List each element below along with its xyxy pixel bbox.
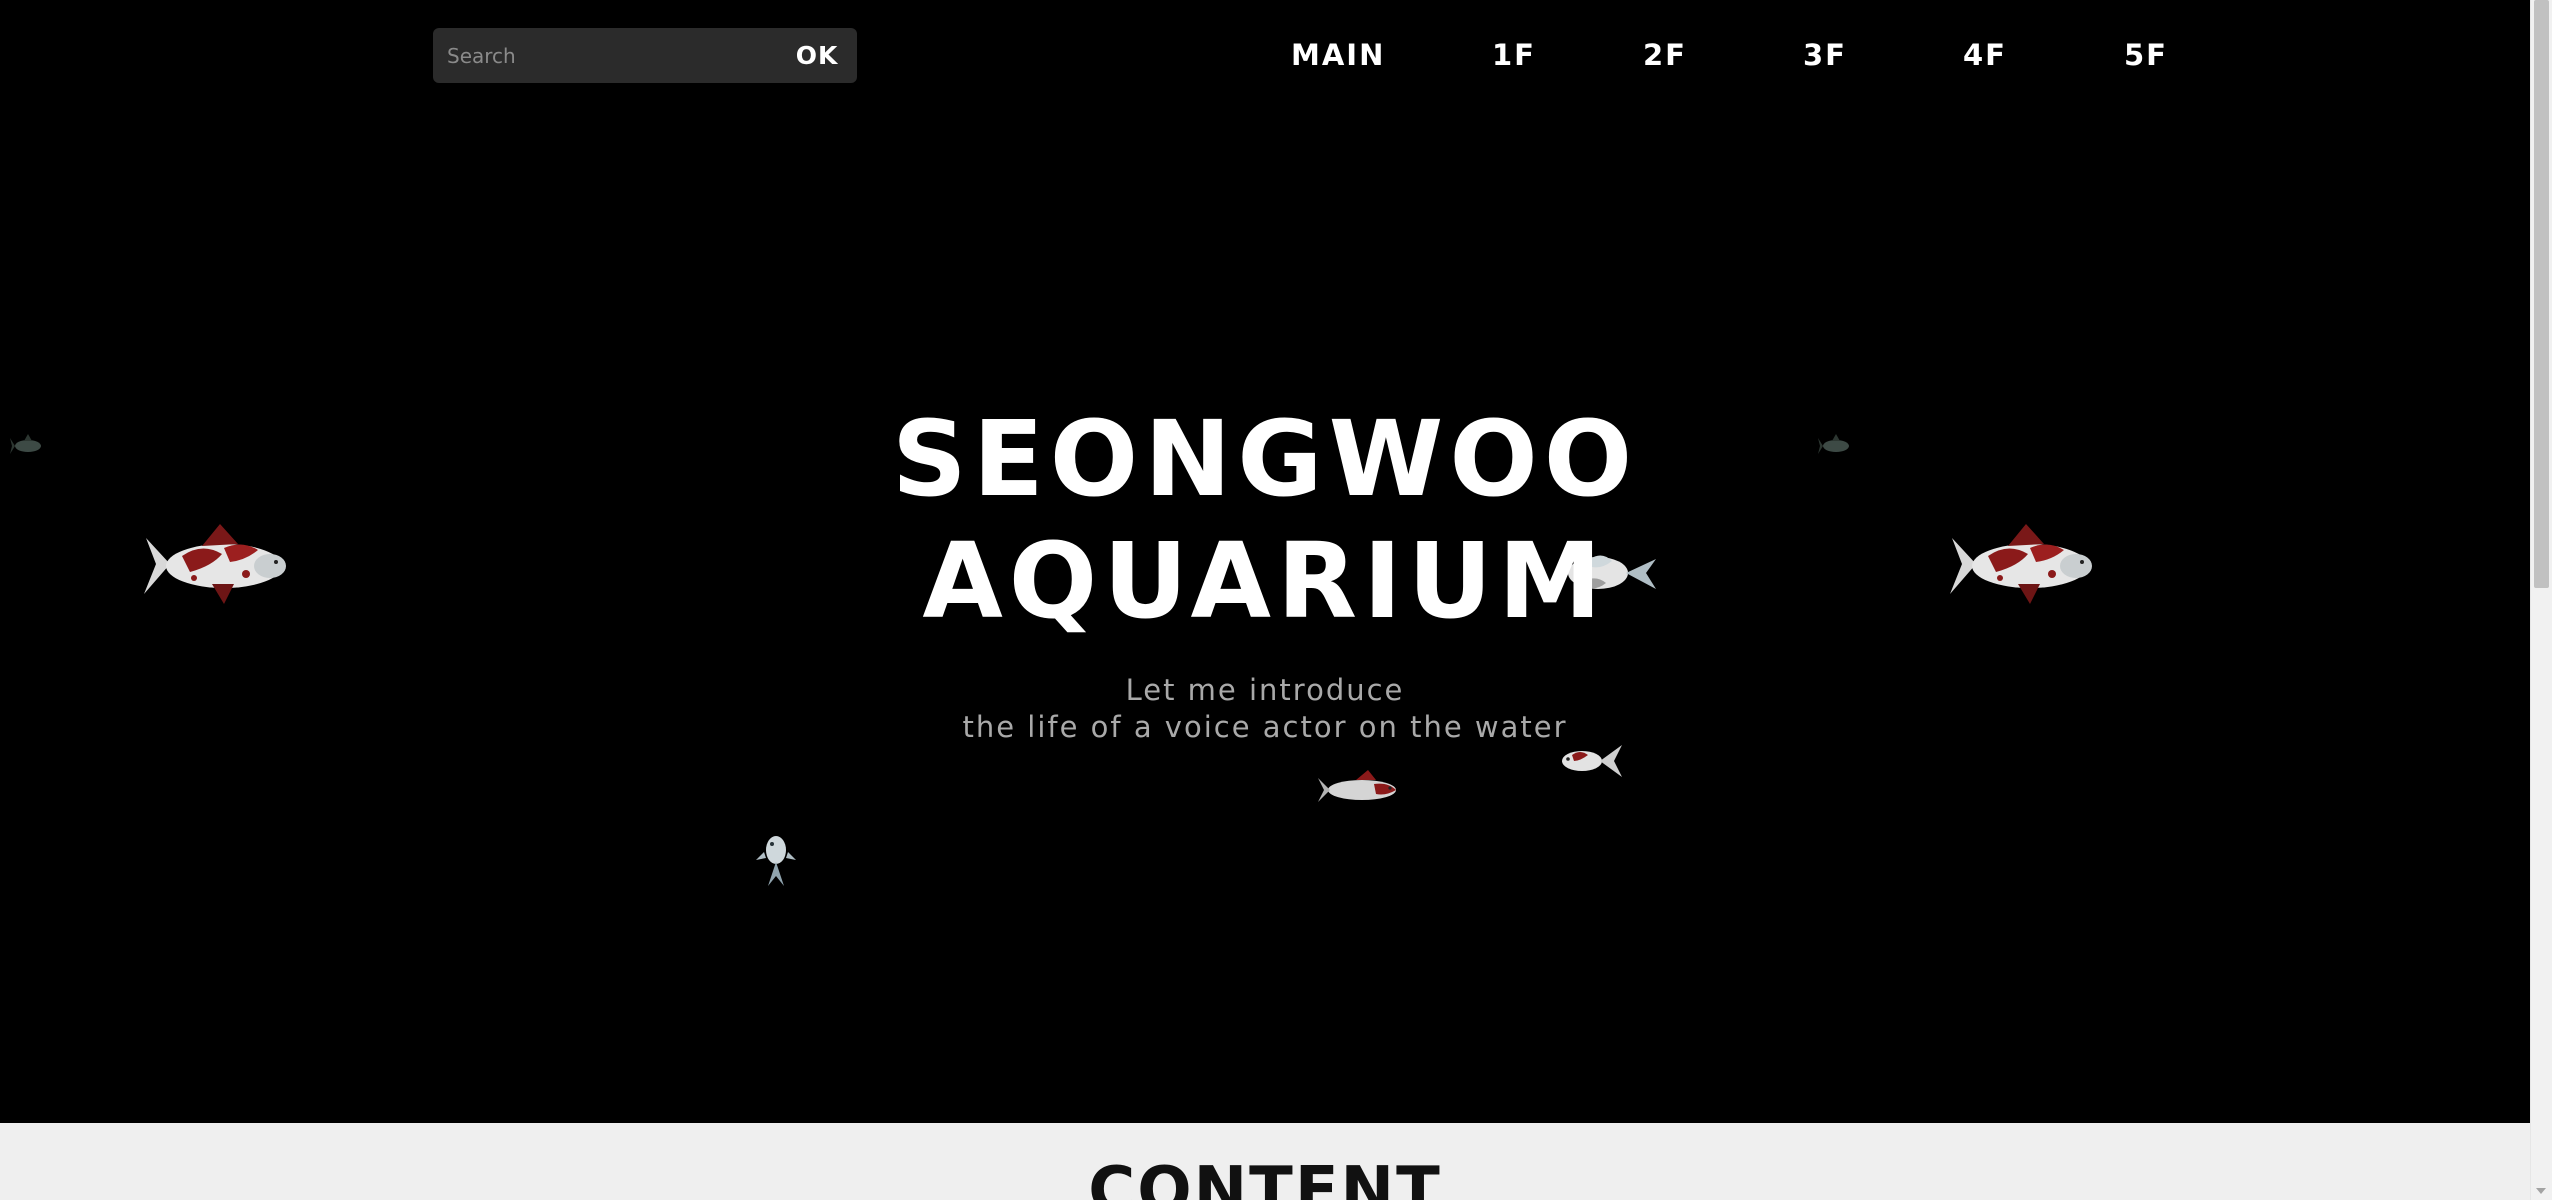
chevron-down-icon[interactable] bbox=[2536, 1188, 2546, 1194]
nav-item-4f[interactable]: 4F bbox=[1963, 30, 2007, 80]
nav-item-main[interactable]: MAIN bbox=[1291, 30, 1385, 80]
hero-title-line-1: SEONGWOO bbox=[891, 398, 1639, 520]
nav-item-5f[interactable]: 5F bbox=[2124, 30, 2168, 80]
search-input[interactable] bbox=[433, 28, 777, 83]
koi-fish-icon bbox=[756, 836, 796, 886]
nav-item-1f[interactable]: 1F bbox=[1492, 30, 1536, 80]
hero-title: SEONGWOO AQUARIUM bbox=[0, 398, 2530, 642]
nav-item-2f[interactable]: 2F bbox=[1643, 30, 1687, 80]
hero-subtitle-line-2: the life of a voice actor on the water bbox=[962, 710, 1568, 744]
hero-subtitle-line-1: Let me introduce bbox=[1125, 673, 1405, 707]
koi-fish-icon bbox=[1318, 770, 1396, 802]
floor-nav: MAIN 1F 2F 3F 4F 5F bbox=[1270, 30, 2190, 80]
hero-title-line-2: AQUARIUM bbox=[922, 520, 1608, 642]
scrollbar-thumb[interactable] bbox=[2534, 0, 2549, 588]
search-bar: OK bbox=[433, 28, 857, 83]
content-section: CONTENT bbox=[0, 1123, 2530, 1200]
content-heading: CONTENT bbox=[1088, 1154, 1442, 1200]
nav-item-3f[interactable]: 3F bbox=[1803, 30, 1847, 80]
page: OK MAIN 1F 2F 3F 4F 5F bbox=[0, 0, 2530, 1200]
hero-subtitle: Let me introduce the life of a voice act… bbox=[0, 672, 2530, 746]
search-ok-button[interactable]: OK bbox=[777, 28, 857, 83]
page-scrollbar[interactable] bbox=[2530, 0, 2552, 1200]
